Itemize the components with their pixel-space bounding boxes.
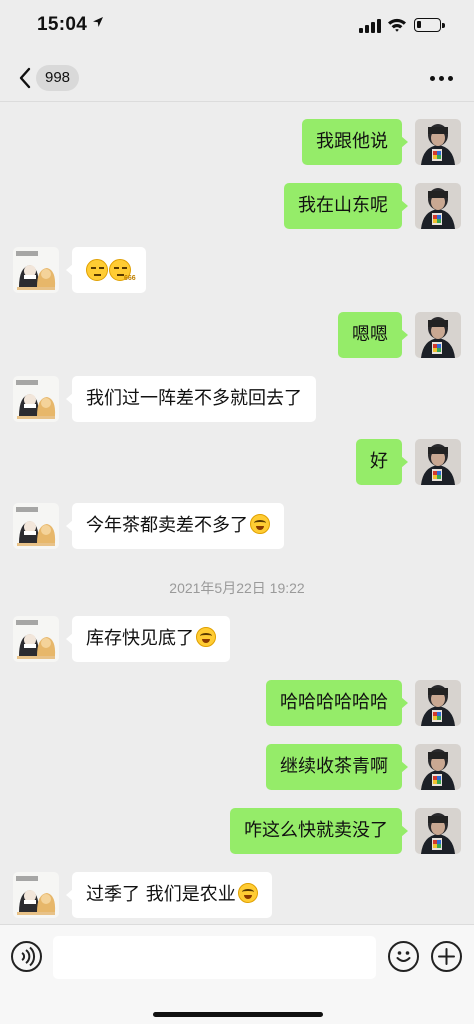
message-bubble[interactable]: 今年茶都卖差不多了 bbox=[66, 503, 284, 549]
message-text: 继续收茶青啊 bbox=[280, 756, 388, 777]
message-text: 好 bbox=[370, 451, 388, 472]
message-outgoing: 好 bbox=[0, 439, 474, 491]
message-text: 今年茶都卖差不多了 bbox=[86, 515, 248, 536]
message-bubble[interactable]: 嗯嗯 bbox=[338, 312, 408, 358]
message-bubble[interactable]: 我们过一阵差不多就回去了 bbox=[66, 376, 316, 422]
contact-avatar[interactable] bbox=[13, 376, 59, 422]
message-text: 我们过一阵差不多就回去了 bbox=[86, 388, 302, 409]
message-outgoing: 继续收茶青啊 bbox=[0, 744, 474, 796]
message-outgoing: 咋这么快就卖没了 bbox=[0, 808, 474, 860]
location-arrow-icon bbox=[93, 17, 103, 27]
contact-avatar[interactable] bbox=[13, 503, 59, 549]
message-outgoing: 我跟他说 bbox=[0, 119, 474, 171]
chat-timestamp: 2021年5月22日 19:22 bbox=[169, 580, 305, 596]
message-bubble[interactable]: 继续收茶青啊 bbox=[266, 744, 408, 790]
message-bubble[interactable]: 库存快见底了 bbox=[66, 616, 230, 662]
message-bubble[interactable]: 咋这么快就卖没了 bbox=[230, 808, 408, 854]
message-text: 嗯嗯 bbox=[352, 324, 388, 345]
cellular-signal-icon bbox=[359, 19, 381, 33]
message-bubble[interactable]: 好 bbox=[356, 439, 408, 485]
message-incoming: 库存快见底了 bbox=[0, 616, 474, 668]
status-time: 15:04 bbox=[37, 14, 88, 35]
message-outgoing: 嗯嗯 bbox=[0, 312, 474, 364]
my-avatar[interactable] bbox=[415, 312, 461, 358]
message-text: 哈哈哈哈哈哈 bbox=[280, 692, 388, 713]
message-text: 咋这么快就卖没了 bbox=[244, 820, 388, 841]
message-incoming: 666 bbox=[0, 247, 474, 299]
message-bubble[interactable]: 我跟他说 bbox=[302, 119, 408, 165]
chat-message-list[interactable]: 我跟他说 我在山东呢 666 嗯嗯 我们过一阵差不多就回去了 好 今年茶都卖差不… bbox=[0, 102, 474, 924]
chat-header: 998 bbox=[0, 54, 474, 102]
my-avatar[interactable] bbox=[415, 680, 461, 726]
message-incoming: 我们过一阵差不多就回去了 bbox=[0, 376, 474, 428]
666-emoji: 666 bbox=[109, 259, 136, 282]
message-text: 我在山东呢 bbox=[298, 195, 388, 216]
contact-avatar[interactable] bbox=[13, 616, 59, 662]
battery-icon bbox=[414, 18, 441, 32]
battery-cap bbox=[442, 23, 445, 28]
sticker-emoji-pair: 666 bbox=[86, 253, 136, 299]
message-input[interactable] bbox=[53, 936, 376, 979]
message-text: 我跟他说 bbox=[316, 131, 388, 152]
wifi-icon bbox=[388, 18, 406, 32]
home-indicator[interactable] bbox=[153, 1012, 323, 1017]
laugh-cry-emoji bbox=[237, 883, 258, 903]
message-text: 过季了 我们是农业 bbox=[86, 884, 236, 905]
my-avatar[interactable] bbox=[415, 183, 461, 229]
message-incoming: 过季了 我们是农业 bbox=[0, 872, 474, 924]
message-bubble[interactable]: 哈哈哈哈哈哈 bbox=[266, 680, 408, 726]
666-label: 666 bbox=[124, 275, 136, 282]
message-incoming: 今年茶都卖差不多了 bbox=[0, 503, 474, 555]
my-avatar[interactable] bbox=[415, 119, 461, 165]
status-bar: 15:04 bbox=[0, 0, 474, 54]
my-avatar[interactable] bbox=[415, 808, 461, 854]
message-text: 库存快见底了 bbox=[86, 628, 194, 649]
plus-circle-icon[interactable] bbox=[431, 941, 462, 972]
input-bar bbox=[0, 924, 474, 1024]
smiley-icon[interactable] bbox=[388, 941, 419, 972]
my-avatar[interactable] bbox=[415, 744, 461, 790]
laugh-cry-emoji bbox=[196, 627, 216, 647]
my-avatar[interactable] bbox=[415, 439, 461, 485]
voice-icon[interactable] bbox=[11, 941, 42, 972]
message-bubble[interactable]: 666 bbox=[66, 247, 146, 293]
message-outgoing: 我在山东呢 bbox=[0, 183, 474, 235]
contact-avatar[interactable] bbox=[13, 872, 59, 918]
sly-face-emoji bbox=[86, 259, 108, 281]
more-dots-icon[interactable] bbox=[430, 76, 454, 82]
message-bubble[interactable]: 过季了 我们是农业 bbox=[66, 872, 272, 918]
laugh-cry-emoji bbox=[250, 514, 270, 534]
unread-count-badge[interactable]: 998 bbox=[36, 65, 80, 91]
chevron-left-icon[interactable] bbox=[16, 66, 36, 90]
message-bubble[interactable]: 我在山东呢 bbox=[284, 183, 408, 229]
contact-avatar[interactable] bbox=[13, 247, 59, 293]
message-outgoing: 哈哈哈哈哈哈 bbox=[0, 680, 474, 732]
battery-level bbox=[417, 21, 421, 28]
